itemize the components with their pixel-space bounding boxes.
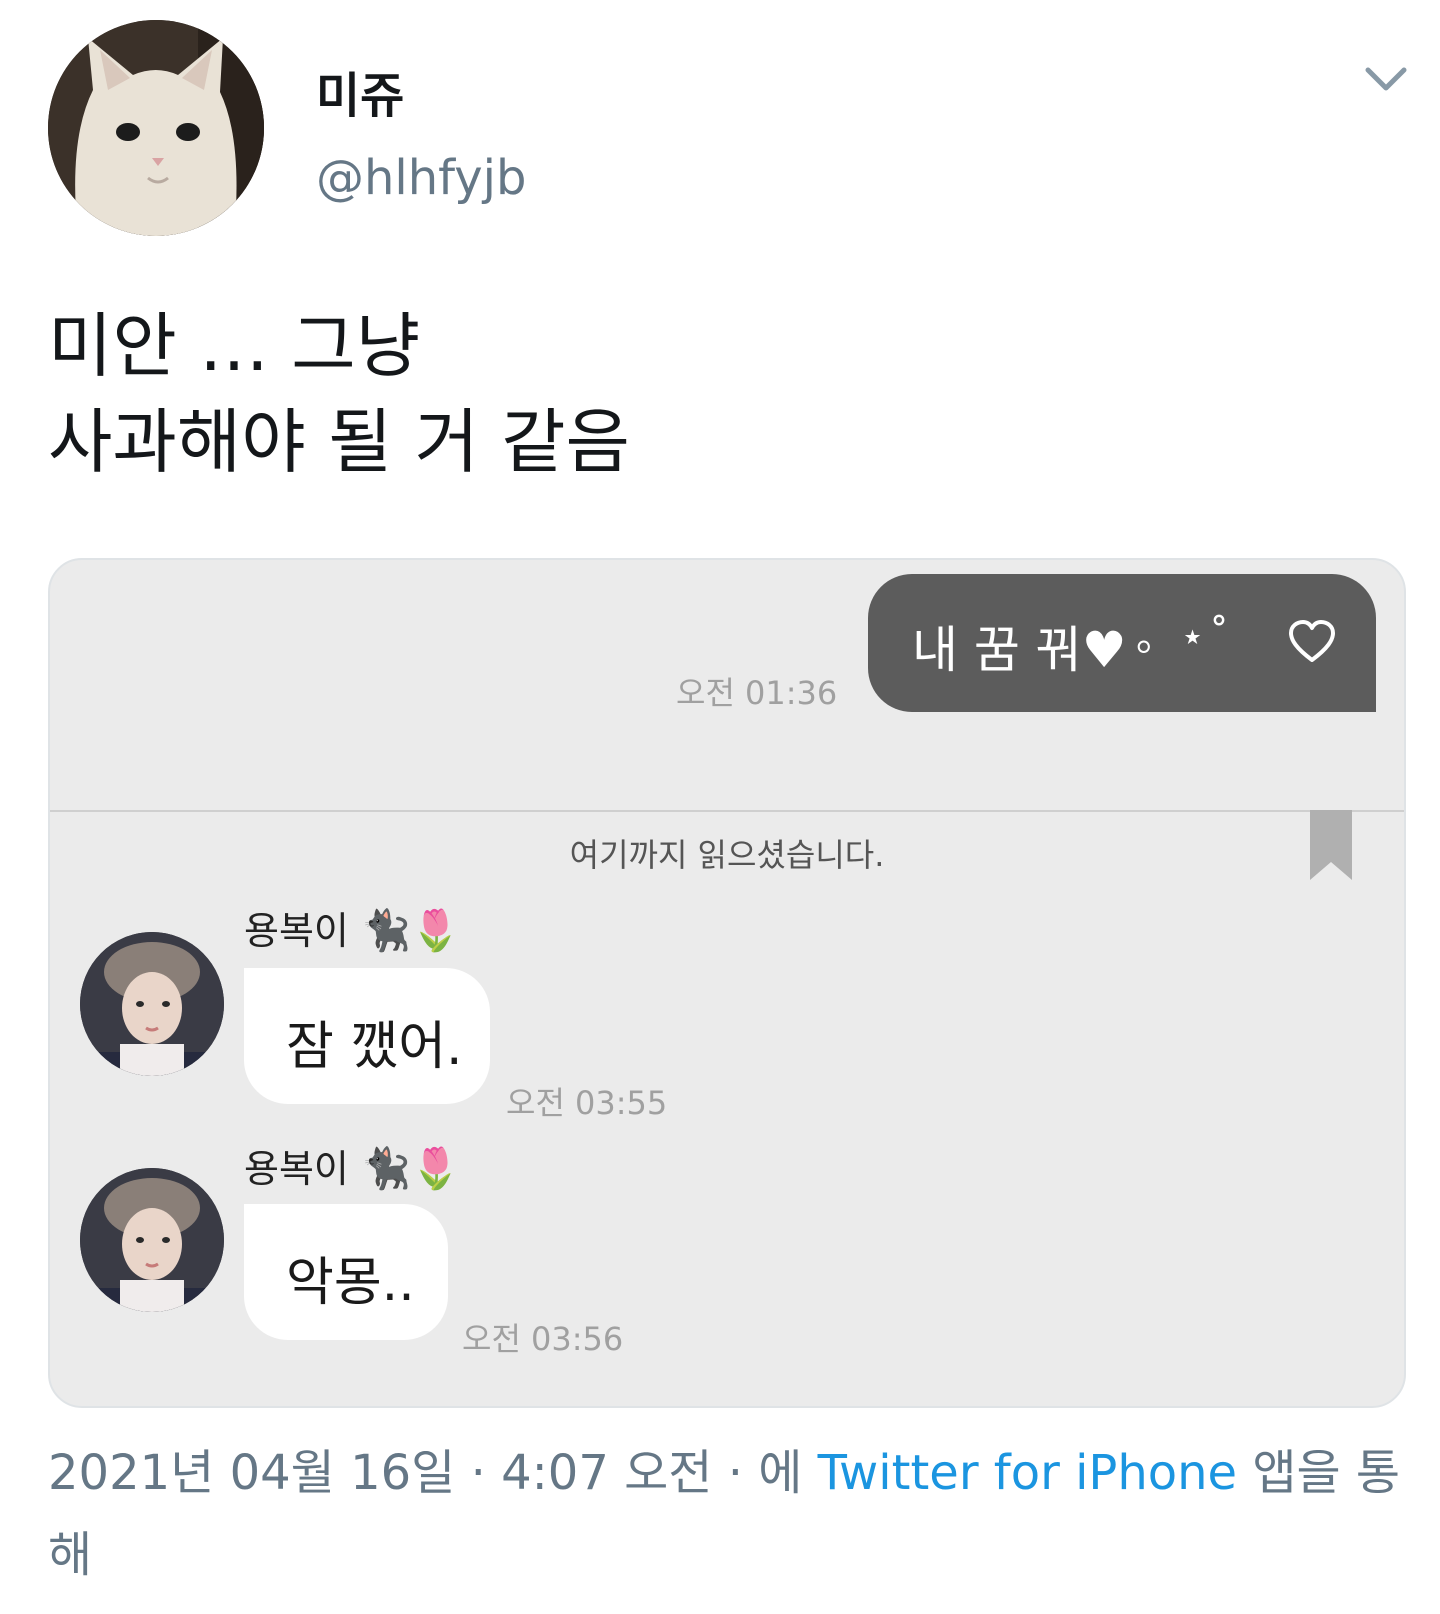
read-marker-text: 여기까지 읽으셨습니다. [569,836,885,874]
sender-emoji: 🐈‍⬛🌷 [360,908,461,954]
person-photo-icon [80,932,224,1076]
sender-name-text: 용복이 [244,909,349,953]
incoming-message-text: 잠 깼어. [286,1017,463,1077]
tweet-metadata: 2021년 04월 16일 · 4:07 오전 · 에 Twitter for … [48,1432,1408,1596]
incoming-message-bubble: 잠 깼어. [244,968,490,1104]
via-prefix: 에 [758,1445,818,1501]
sender-name: 용복이 🐈‍⬛🌷 [244,900,461,955]
message-decoration: 。⋆˚ [1136,614,1234,660]
read-divider [50,810,1404,812]
separator: · [455,1445,502,1501]
incoming-message-time: 오전 03:55 [506,1084,668,1122]
filled-heart-icon: ♥ [1081,621,1127,679]
author-handle[interactable]: @hlhfyjb [316,150,526,206]
outgoing-message-bubble: 내 꿈 꿔♥ 。⋆˚ [868,574,1376,712]
tweet-date[interactable]: 2021년 04월 16일 [48,1445,455,1501]
sender-name-text: 용복이 [244,1147,349,1191]
sender-avatar[interactable] [80,932,224,1076]
tweet-text: 미안 … 그냥 사과해야 될 거 같음 [48,298,630,490]
incoming-message-time: 오전 03:56 [462,1320,624,1358]
sender-avatar[interactable] [80,1168,224,1312]
author-avatar[interactable] [48,20,264,236]
chevron-down-icon[interactable] [1362,60,1410,100]
outgoing-message-text: 내 꿈 꿔♥ [912,621,1127,679]
outgoing-message-time: 오전 01:36 [676,674,838,712]
separator: · [712,1445,759,1501]
incoming-message-text: 악몽.. [286,1253,415,1313]
tweet-text-line: 미안 … 그냥 [48,305,421,387]
incoming-message-bubble: 악몽.. [244,1204,448,1340]
tweet-time[interactable]: 4:07 오전 [501,1445,712,1501]
person-photo-icon [80,1168,224,1312]
cat-photo-avatar-icon [48,20,264,236]
author-display-name[interactable]: 미쥬 [316,56,404,126]
sender-name: 용복이 🐈‍⬛🌷 [244,1138,461,1193]
bookmark-icon [1310,810,1352,880]
sender-emoji: 🐈‍⬛🌷 [360,1146,461,1192]
tweet-media-image[interactable]: 내 꿈 꿔♥ 。⋆˚ 오전 01:36 여기까지 읽으셨습니다. 용복이 🐈‍⬛… [48,558,1406,1408]
tweet-text-line: 사과해야 될 거 같음 [48,401,630,483]
heart-outline-icon [1289,620,1335,662]
source-app-link[interactable]: Twitter for iPhone [818,1445,1237,1501]
